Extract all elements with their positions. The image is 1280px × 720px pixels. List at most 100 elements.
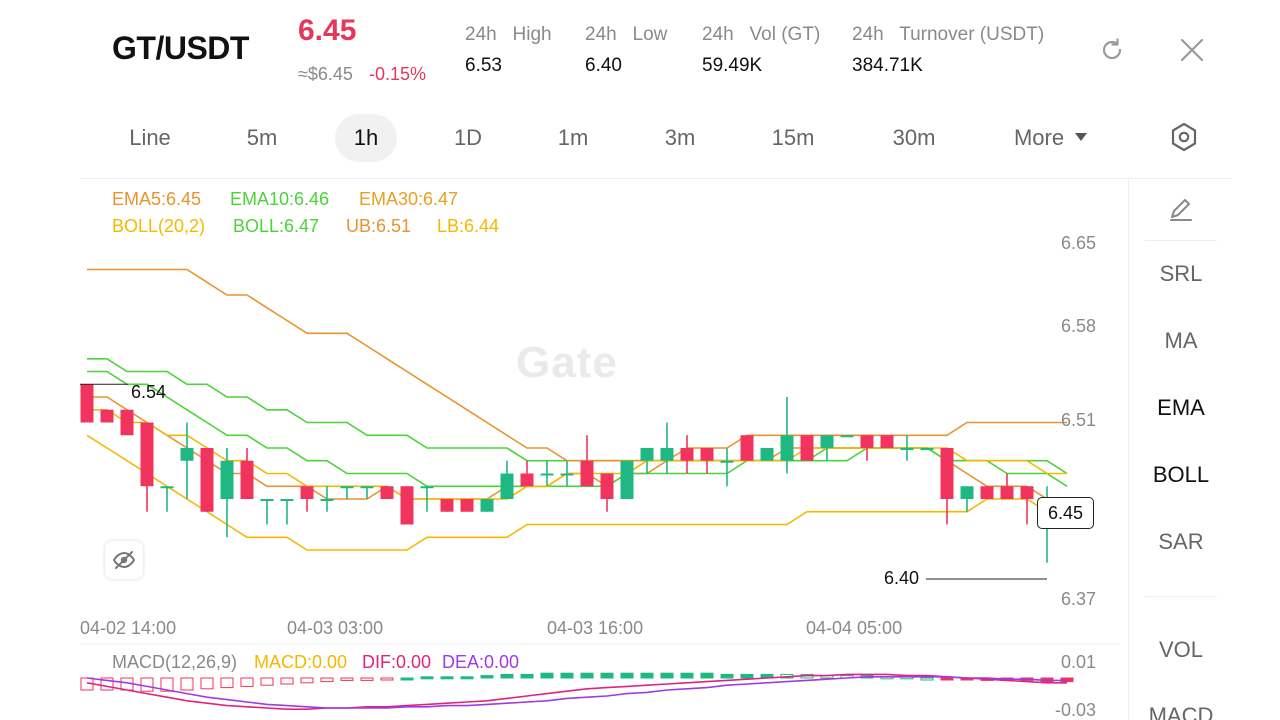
macd-bar xyxy=(660,672,674,679)
y-tick: 6.37 xyxy=(1060,589,1096,609)
dif-line xyxy=(86,673,1067,710)
candle-body xyxy=(660,448,674,461)
stat-turnover: 24h Turnover (USDT) 384.71K xyxy=(852,24,1045,76)
candle-body xyxy=(380,486,394,499)
low-marker-label: 6.40 xyxy=(884,568,920,588)
indicator-ma[interactable]: MA xyxy=(1129,328,1233,354)
boll-label: BOLL:6.47 xyxy=(233,216,320,236)
macd-bar xyxy=(920,677,934,681)
tab-30m[interactable]: 30m xyxy=(880,114,948,162)
candle-body xyxy=(860,435,874,448)
tab-1h[interactable]: 1h xyxy=(335,114,397,162)
tab-1m[interactable]: 1m xyxy=(545,114,601,162)
chevron-down-icon[interactable] xyxy=(1074,130,1088,148)
candle-body xyxy=(840,435,854,438)
macd-bar xyxy=(280,677,294,685)
x-tick: 04-03 16:00 xyxy=(547,618,644,638)
candle-body xyxy=(780,435,794,461)
macd-bar xyxy=(200,677,214,690)
pair-title: GT/USDT xyxy=(112,30,249,66)
macd-value-label: MACD:0.00 xyxy=(254,652,348,672)
candle-body xyxy=(100,409,114,423)
indicator-boll[interactable]: BOLL xyxy=(1129,462,1233,488)
macd-bar xyxy=(540,672,554,679)
tab-1d[interactable]: 1D xyxy=(440,114,496,162)
candle-body xyxy=(760,448,774,461)
candle-body xyxy=(340,486,354,489)
candle-body xyxy=(240,460,254,499)
macd-bar xyxy=(440,676,454,680)
stat-high: 24h High 6.53 xyxy=(465,24,552,76)
candle-body xyxy=(880,435,894,448)
candle-body xyxy=(440,499,454,512)
refresh-icon[interactable] xyxy=(1094,32,1130,68)
divider xyxy=(1145,240,1217,241)
tab-5m[interactable]: 5m xyxy=(232,114,292,162)
tab-15m[interactable]: 15m xyxy=(760,114,826,162)
y-tick: 6.58 xyxy=(1060,316,1096,336)
candle-body xyxy=(260,499,274,501)
macd-bar xyxy=(380,677,394,681)
candle-body xyxy=(400,486,414,525)
candle-body xyxy=(940,448,954,499)
indicator-sar[interactable]: SAR xyxy=(1129,529,1233,555)
ema10-line xyxy=(87,370,1068,488)
tab-more[interactable]: More xyxy=(1006,114,1072,162)
candle-body xyxy=(560,473,574,476)
candle-body xyxy=(520,473,534,487)
macd-bar xyxy=(700,672,714,679)
indicator-ema[interactable]: EMA xyxy=(1129,395,1233,421)
ub-label: UB:6.51 xyxy=(346,216,412,236)
indicator-vol[interactable]: VOL xyxy=(1129,637,1233,663)
ema30-label: EMA30:6.47 xyxy=(359,189,459,209)
last-price-tag: 6.45 xyxy=(1037,497,1094,529)
settings-icon[interactable] xyxy=(1168,121,1200,158)
candle-body xyxy=(120,409,134,436)
candle-body xyxy=(620,460,634,499)
lb-label: LB:6.44 xyxy=(437,216,500,236)
close-icon[interactable] xyxy=(1174,32,1210,68)
tab-line[interactable]: Line xyxy=(118,114,182,162)
y-tick: 6.51 xyxy=(1060,410,1096,430)
candle-body xyxy=(200,448,214,512)
macd-y-tick: -0.03 xyxy=(1054,700,1096,720)
candle-body xyxy=(640,448,654,461)
candle-body xyxy=(800,435,814,461)
macd-y-tick: 0.01 xyxy=(1060,652,1096,672)
candle-body xyxy=(680,448,694,461)
x-tick: 04-03 03:00 xyxy=(287,618,384,638)
tab-3m[interactable]: 3m xyxy=(650,114,710,162)
candle-body xyxy=(280,499,294,501)
boll-params-label: BOLL(20,2) xyxy=(112,216,206,236)
pencil-draw-icon[interactable] xyxy=(1167,195,1195,228)
macd-bar xyxy=(680,672,694,679)
macd-bar xyxy=(260,677,274,686)
candle-body xyxy=(140,422,154,487)
dea-label: DEA:0.00 xyxy=(442,652,520,672)
macd-bar xyxy=(740,673,754,679)
macd-bar xyxy=(420,676,434,680)
macd-bar xyxy=(360,677,374,681)
high-marker-label: 6.54 xyxy=(131,382,167,402)
candle-body xyxy=(740,435,754,461)
candle-body xyxy=(980,486,994,499)
candle-body xyxy=(480,499,494,512)
macd-bar xyxy=(620,672,634,679)
candle-body xyxy=(220,460,234,499)
eye-toggle-icon[interactable] xyxy=(105,541,143,579)
indicator-macd[interactable]: MACD xyxy=(1129,703,1233,720)
timeframe-tabs: Line 5m 1h 1D 1m 3m 15m 30m More xyxy=(0,112,1280,164)
dif-label: DIF:0.00 xyxy=(362,652,432,672)
macd-bar xyxy=(600,672,614,679)
ema5-label: EMA5:6.45 xyxy=(112,189,202,209)
macd-bar xyxy=(180,677,194,691)
divider xyxy=(1145,596,1217,597)
macd-bar xyxy=(640,672,654,679)
x-tick: 04-04 05:00 xyxy=(806,618,903,638)
macd-bar xyxy=(560,672,574,679)
candle-body xyxy=(700,448,714,461)
indicator-srl[interactable]: SRL xyxy=(1129,261,1233,287)
candle-body xyxy=(500,473,514,499)
dea-line xyxy=(86,676,1067,709)
macd-bar xyxy=(340,677,354,681)
